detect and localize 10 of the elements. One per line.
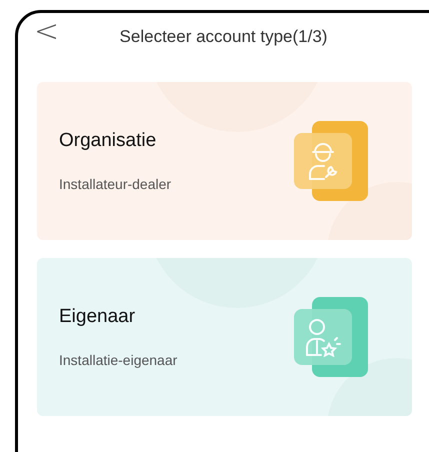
card-title: Eigenaar [59, 305, 136, 330]
card-title: Organisatie [59, 129, 158, 154]
card-subtitle: Installatie-eigenaar [59, 350, 178, 370]
account-type-card[interactable]: Eigenaar Installatie-eigenaar [37, 258, 412, 416]
person-star-icon [305, 317, 341, 357]
worker-wrench-icon [308, 141, 338, 181]
account-type-card[interactable]: Organisatie Installateur-dealer [37, 82, 412, 240]
card-subtitle: Installateur-dealer [59, 174, 172, 194]
page-title: Selecteer account type(1/3) [120, 26, 328, 48]
back-button[interactable]: < [34, 17, 60, 47]
